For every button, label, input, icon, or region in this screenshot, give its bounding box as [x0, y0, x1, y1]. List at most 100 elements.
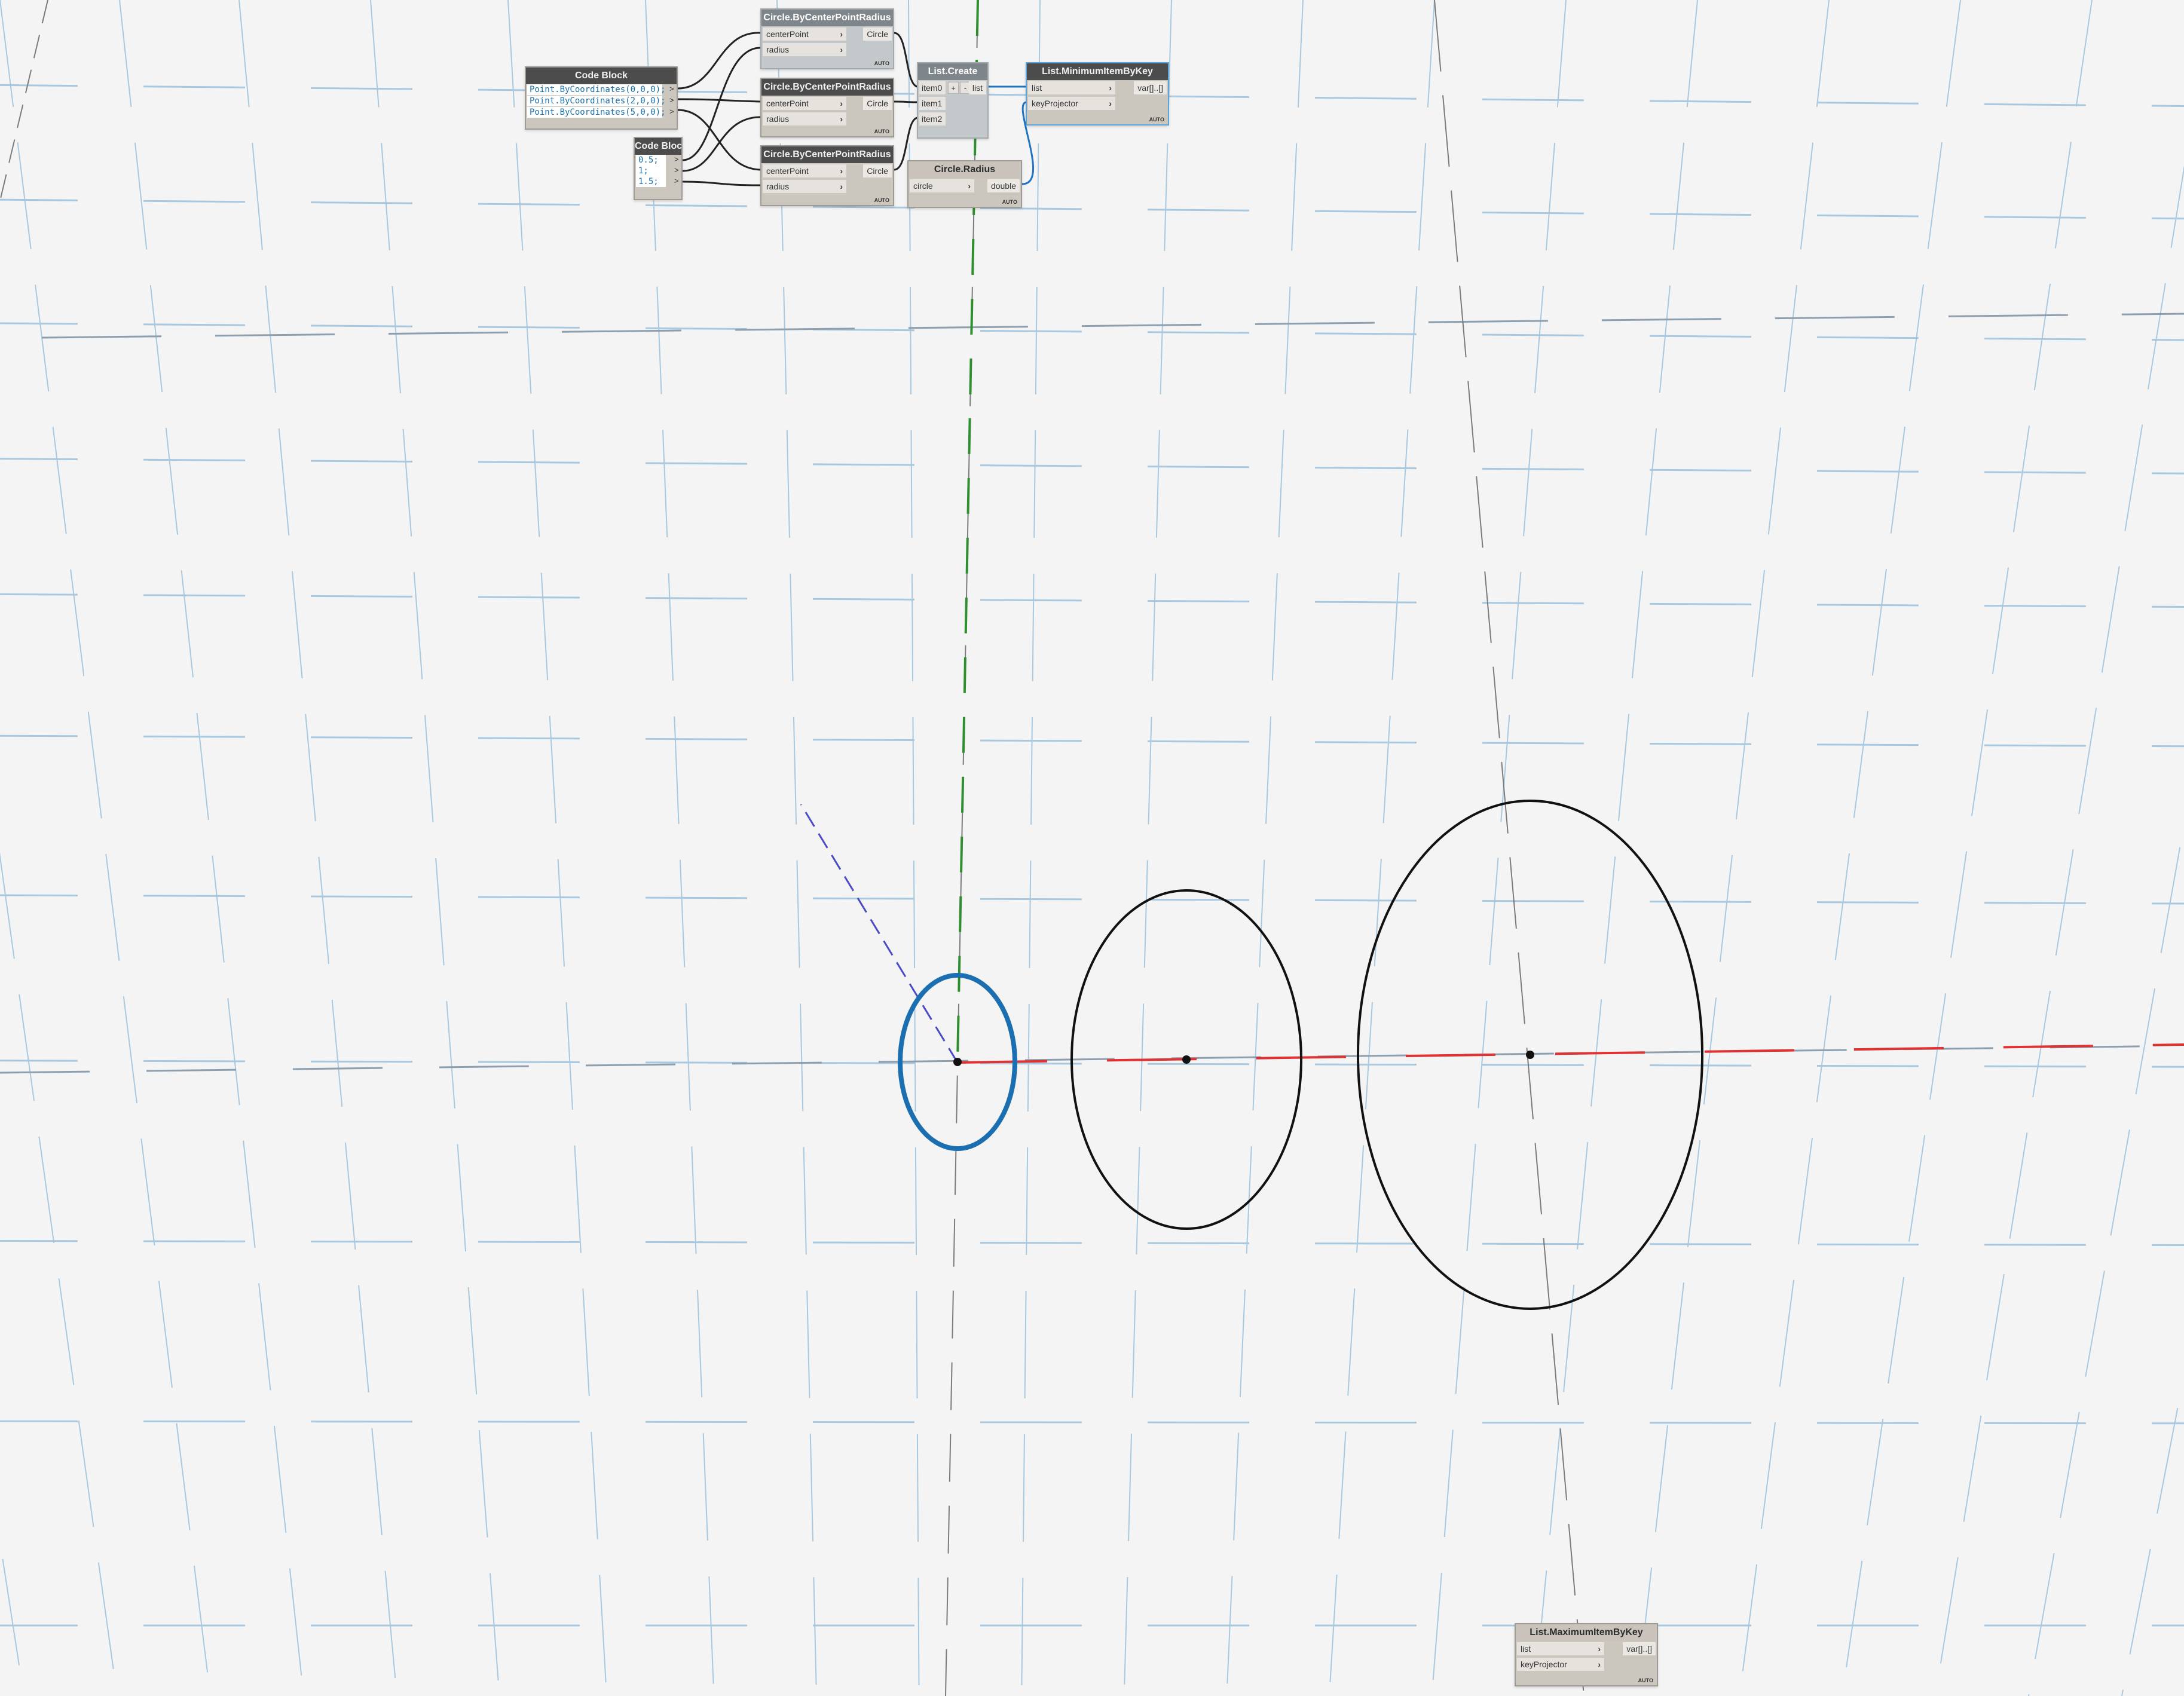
input-port-keyprojector[interactable]: keyProjector ›	[1028, 97, 1115, 110]
grid-line	[0, 1420, 2184, 1425]
input-port-radius[interactable]: radius ›	[763, 43, 846, 56]
node-title: List.MaximumItemByKey	[1516, 1624, 1657, 1641]
node-title: Circle.Radius	[909, 161, 1021, 178]
output-port-icon[interactable]: >	[669, 84, 674, 93]
lacing-badge: AUTO	[1149, 117, 1164, 123]
geometry-circles	[898, 800, 1703, 1310]
grid-line	[1534, 0, 1698, 1696]
grid-major-line	[0, 0, 48, 204]
circle-by-center-point-radius-node-2[interactable]: Circle.ByCenterPointRadius centerPoint › …	[760, 78, 894, 137]
grid-line	[0, 198, 2184, 220]
grid-line	[1123, 0, 1172, 1696]
list-maximum-item-by-key-node[interactable]: List.MaximumItemByKey list › keyProjector…	[1515, 1623, 1658, 1686]
chevron-right-icon: ›	[968, 181, 971, 191]
grid-line	[507, 0, 607, 1696]
output-port-icon[interactable]: >	[669, 96, 674, 105]
input-port-item2[interactable]: item2	[919, 112, 946, 125]
connector-wire	[894, 32, 919, 88]
code-line[interactable]: Point.ByCoordinates(0,0,0);	[527, 84, 666, 95]
grid-line	[0, 593, 2184, 608]
list-minimum-item-by-key-node[interactable]: List.MinimumItemByKey list › keyProjector…	[1026, 62, 1169, 125]
node-title: Circle.ByCenterPointRadius	[761, 10, 893, 26]
input-port-circle[interactable]: circle ›	[910, 179, 974, 192]
grid-line	[119, 0, 304, 1696]
output-port-circle[interactable]: Circle	[863, 164, 892, 177]
node-title: Code Block	[635, 138, 681, 155]
output-port-icon[interactable]: >	[674, 176, 679, 185]
input-port-keyprojector[interactable]: keyProjector ›	[1517, 1658, 1604, 1671]
grid-line	[1431, 0, 1567, 1696]
circle-by-center-point-radius-node-1[interactable]: Circle.ByCenterPointRadius centerPoint › …	[760, 8, 894, 69]
input-port-radius[interactable]: radius ›	[763, 180, 846, 193]
code-line[interactable]: Point.ByCoordinates(2,0,0);	[527, 96, 666, 106]
input-port-item1[interactable]: item1	[919, 97, 946, 110]
code-line[interactable]: Point.ByCoordinates(5,0,0);	[527, 107, 666, 118]
grid-line	[0, 0, 211, 1696]
circle-by-center-point-radius-node-3[interactable]: Circle.ByCenterPointRadius centerPoint › …	[760, 145, 894, 206]
output-port-icon[interactable]: >	[674, 155, 679, 164]
lacing-badge: AUTO	[874, 197, 889, 203]
lacing-badge: AUTO	[874, 128, 889, 134]
chevron-right-icon: ›	[840, 29, 843, 39]
chevron-right-icon: ›	[840, 99, 843, 108]
lacing-badge: AUTO	[1002, 199, 1017, 205]
grid-line	[1739, 0, 1961, 1696]
grid-line	[645, 0, 715, 1696]
lacing-badge: AUTO	[874, 60, 889, 66]
grid-major-line	[1434, 0, 1585, 1696]
center-point-marker	[953, 1058, 962, 1066]
chevron-right-icon: ›	[1109, 83, 1112, 93]
code-line[interactable]: 0.5;	[636, 155, 666, 166]
node-title: List.Create	[918, 63, 987, 80]
output-port-circle[interactable]: Circle	[863, 97, 892, 110]
input-port-list[interactable]: list ›	[1028, 81, 1115, 94]
node-title: Circle.ByCenterPointRadius	[761, 79, 893, 96]
circle-radius-node[interactable]: Circle.Radius circle › double AUTO	[907, 160, 1022, 208]
chevron-right-icon: ›	[840, 114, 843, 124]
chevron-right-icon: ›	[1598, 1644, 1601, 1654]
output-port-var[interactable]: var[]..[]	[1134, 81, 1167, 94]
grid-line	[2121, 1372, 2184, 1696]
input-port-centerpoint[interactable]: centerPoint ›	[763, 97, 846, 110]
chevron-right-icon: ›	[840, 45, 843, 54]
input-port-item0[interactable]: item0	[919, 81, 946, 94]
code-line[interactable]: 1;	[636, 166, 666, 176]
grid-line	[238, 0, 397, 1696]
output-port-icon[interactable]: >	[674, 166, 679, 175]
output-port-double[interactable]: double	[987, 179, 1020, 192]
grid-line	[1021, 0, 1041, 1696]
grid-line	[0, 1060, 2184, 1068]
grid-line	[1636, 0, 1830, 1696]
z-axis	[800, 804, 959, 1063]
add-input-button[interactable]: +	[948, 82, 959, 94]
output-port-circle[interactable]: Circle	[863, 27, 892, 41]
input-port-centerpoint[interactable]: centerPoint ›	[763, 164, 846, 177]
list-create-node[interactable]: List.Create item0 + - list item1 item2	[917, 62, 989, 139]
grid-line	[908, 0, 920, 1696]
background-3d-preview[interactable]	[0, 0, 2184, 1696]
node-title: Circle.ByCenterPointRadius	[761, 146, 893, 163]
grid-lines	[0, 0, 2184, 1696]
output-port-list[interactable]: list	[968, 81, 986, 94]
code-block-radii-node[interactable]: Code Block 0.5; 1; 1.5; > > >	[634, 137, 683, 200]
grid-line	[1329, 0, 1435, 1696]
lacing-badge: AUTO	[1638, 1677, 1653, 1683]
input-port-list[interactable]: list ›	[1517, 1642, 1604, 1655]
output-port-var[interactable]: var[]..[]	[1623, 1642, 1656, 1655]
grid-line	[0, 852, 118, 1696]
chevron-right-icon: ›	[840, 166, 843, 176]
grid-line	[776, 0, 817, 1696]
code-block-points-node[interactable]: Code Block Point.ByCoordinates(0,0,0); P…	[525, 66, 678, 130]
grid-line	[0, 1239, 2184, 1247]
node-title: List.MinimumItemByKey	[1027, 63, 1168, 80]
code-line[interactable]: 1.5;	[636, 176, 666, 187]
grid-line	[1226, 0, 1304, 1696]
center-point-marker	[1182, 1055, 1191, 1064]
chevron-right-icon: ›	[840, 182, 843, 191]
input-port-radius[interactable]: radius ›	[763, 112, 846, 125]
chevron-right-icon: ›	[1598, 1660, 1601, 1669]
connector-wire	[677, 32, 761, 90]
output-port-icon[interactable]: >	[669, 107, 674, 116]
input-port-centerpoint[interactable]: centerPoint ›	[763, 27, 846, 41]
grid-line	[370, 0, 500, 1696]
